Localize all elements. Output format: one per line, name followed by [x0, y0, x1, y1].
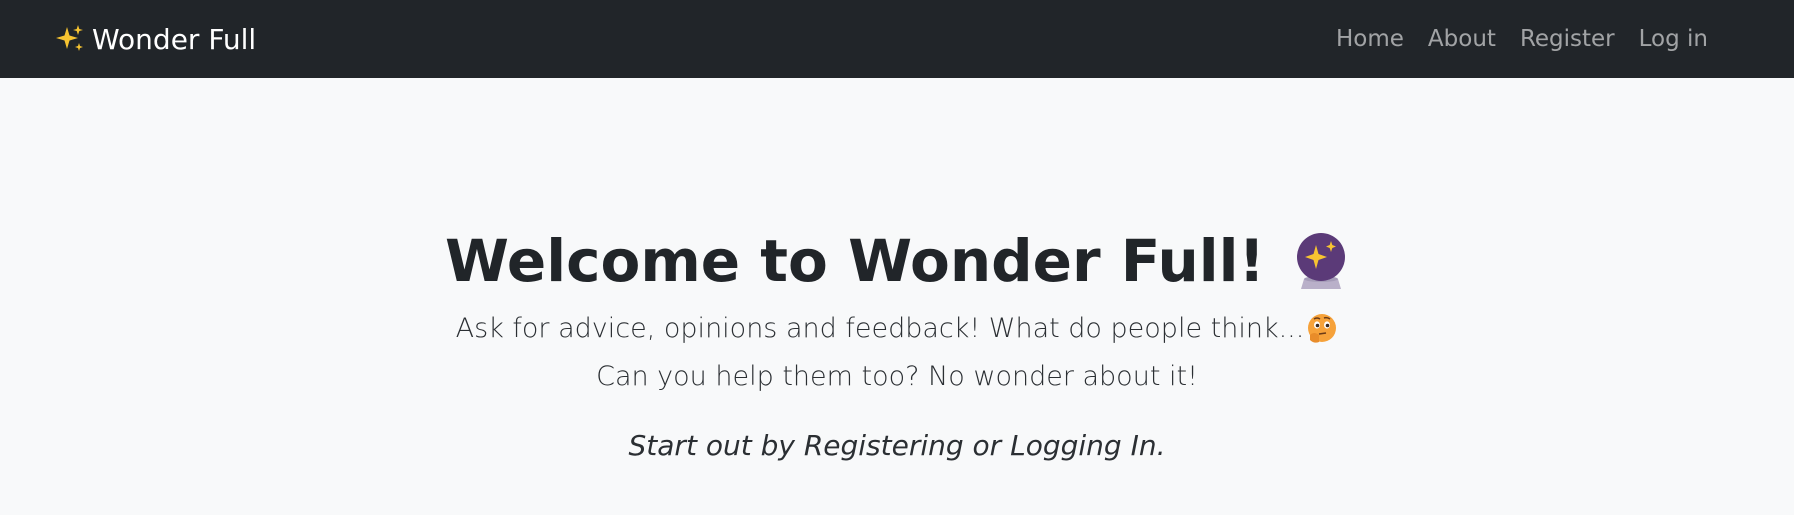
lead-line-2: Can you help them too? No wonder about i… — [596, 361, 1198, 392]
lead-line-1: Ask for advice, opinions and feedback! W… — [0, 309, 1794, 349]
top-navbar: Wonder Full Home About Register Log in — [0, 0, 1794, 78]
hero-section: Welcome to Wonder Full! Ask for advice, … — [0, 78, 1794, 515]
nav-link-register[interactable]: Register — [1508, 26, 1627, 52]
thinking-face-icon — [1306, 313, 1338, 345]
sparkles-icon — [54, 23, 86, 55]
call-to-action-text: Start out by Registering or Logging In. — [628, 429, 1166, 462]
crystal-ball-icon — [1293, 231, 1349, 291]
page-title-text: Welcome to Wonder Full! — [444, 227, 1265, 295]
nav-link-home[interactable]: Home — [1324, 26, 1416, 52]
lead-line-1-text: Ask for advice, opinions and feedback! W… — [455, 313, 1305, 344]
brand-link[interactable]: Wonder Full — [54, 0, 256, 78]
page-title: Welcome to Wonder Full! — [0, 226, 1794, 296]
nav-link-login[interactable]: Log in — [1627, 26, 1720, 52]
nav-link-about[interactable]: About — [1416, 26, 1508, 52]
nav-links: Home About Register Log in — [1324, 0, 1720, 78]
brand-label: Wonder Full — [92, 22, 257, 56]
